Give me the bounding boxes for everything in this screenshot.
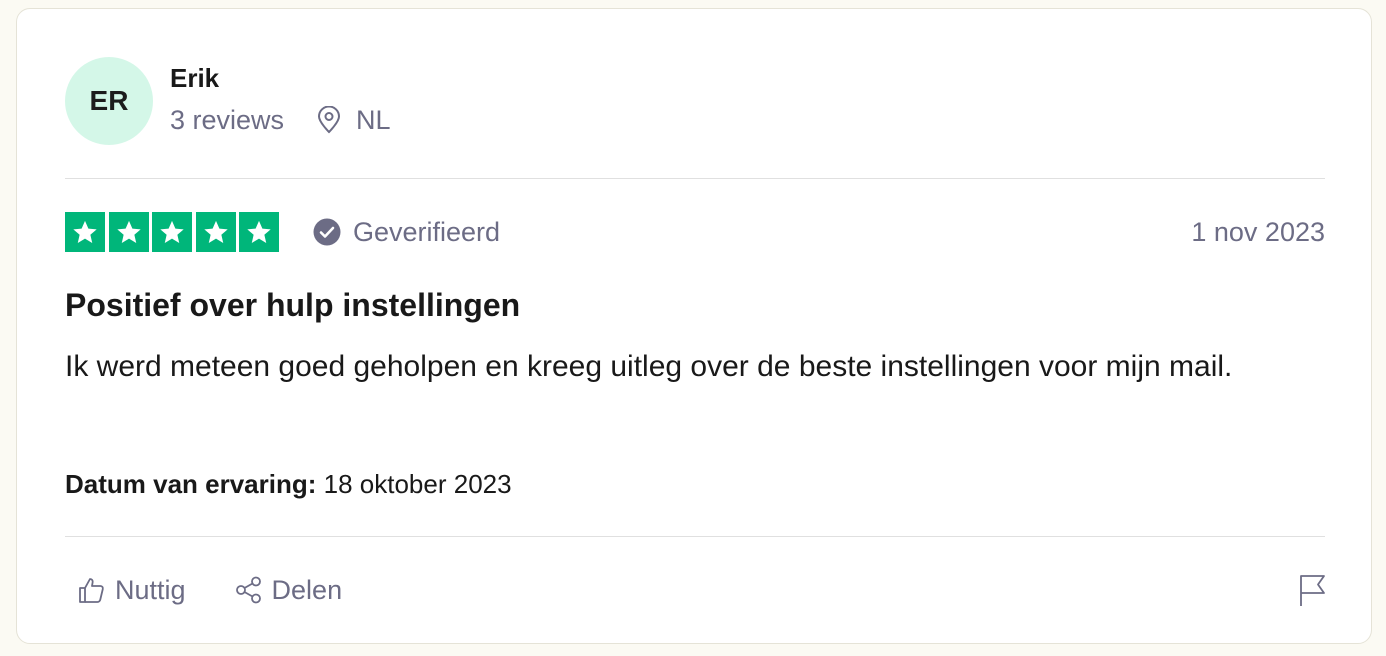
flag-icon — [1300, 575, 1325, 606]
share-label: Delen — [271, 574, 343, 605]
consumer-location: NL — [316, 105, 391, 135]
consumer-name[interactable]: Erik — [170, 63, 391, 93]
review-actions: Nuttig Delen — [77, 567, 1327, 613]
review-date: 1 nov 2023 — [1191, 216, 1325, 247]
country-code: NL — [356, 105, 391, 135]
avatar[interactable]: ER — [65, 57, 153, 145]
verified-badge[interactable]: Geverifieerd — [313, 217, 500, 248]
reviews-count: 3 reviews — [170, 105, 285, 135]
star-icon — [239, 212, 279, 252]
divider-bottom — [65, 536, 1325, 537]
location-pin-icon — [318, 106, 341, 134]
useful-button[interactable]: Nuttig — [77, 575, 186, 606]
review-card: ER Erik 3 reviews NL Geverifieerd 1 nov … — [16, 8, 1372, 644]
review-text: Ik werd meteen goed geholpen en kreeg ui… — [65, 350, 1233, 383]
flag-button[interactable] — [1297, 573, 1327, 607]
share-button[interactable]: Delen — [234, 574, 343, 606]
thumbs-up-icon — [79, 578, 104, 603]
useful-label: Nuttig — [115, 574, 186, 605]
verified-check-icon — [313, 218, 341, 246]
verified-label: Geverifieerd — [353, 216, 501, 247]
experience-date-value: 18 oktober 2023 — [323, 469, 512, 499]
rating-row: Geverifieerd 1 nov 2023 — [65, 212, 1325, 252]
star-icon — [108, 212, 149, 252]
review-title[interactable]: Positief over hulp instellingen — [65, 285, 1325, 325]
consumer-meta: 3 reviews NL — [170, 105, 391, 135]
star-rating — [65, 212, 279, 252]
star-icon — [195, 212, 236, 252]
star-icon — [152, 212, 192, 252]
consumer-info: ER Erik 3 reviews NL — [65, 57, 391, 147]
experience-date: Datum van ervaring: 18 oktober 2023 — [65, 467, 512, 501]
consumer-details: Erik 3 reviews NL — [170, 57, 391, 135]
divider-top — [65, 178, 1325, 179]
share-icon — [235, 576, 261, 604]
experience-date-label: Datum van ervaring: — [65, 469, 317, 499]
star-icon — [65, 212, 105, 252]
